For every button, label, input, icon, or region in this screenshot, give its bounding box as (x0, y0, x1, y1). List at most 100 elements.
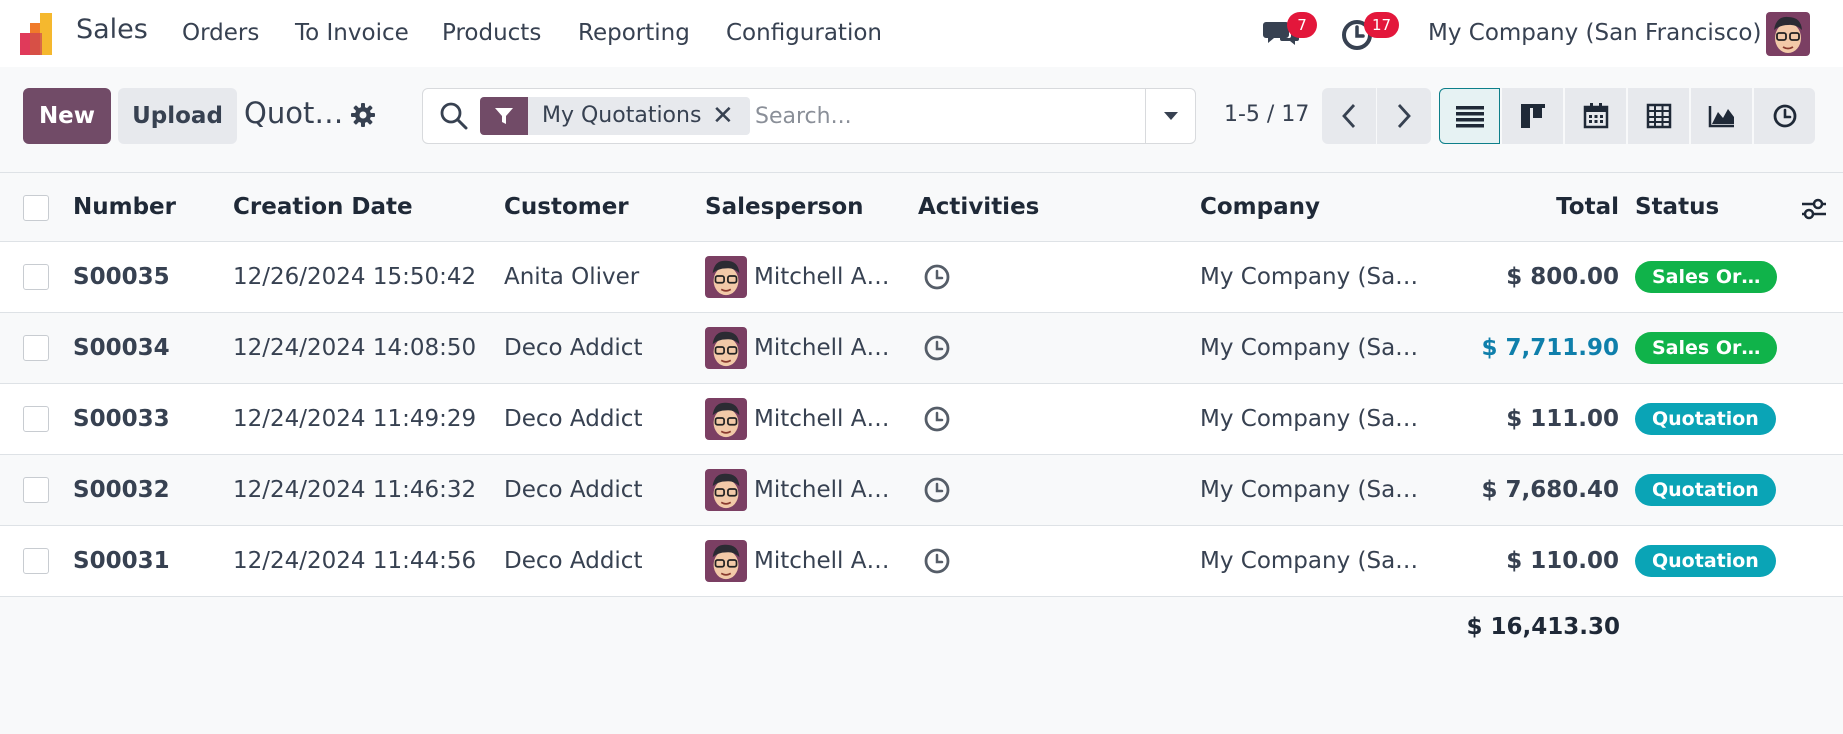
activity-button[interactable] (923, 455, 951, 525)
upload-button[interactable]: Upload (118, 88, 237, 144)
row-checkbox[interactable] (23, 548, 49, 574)
calendar-view-button[interactable] (1565, 88, 1626, 144)
column-settings-icon[interactable] (1800, 195, 1828, 223)
salesperson-avatar-icon (705, 327, 747, 369)
status-cell: Quotation (1635, 526, 1776, 596)
creation-date: 12/24/2024 11:46:32 (233, 477, 477, 503)
status-badge: Quotation (1635, 474, 1776, 506)
search-facet: My Quotations ✕ (480, 97, 750, 135)
salesperson-avatar-icon (705, 256, 747, 298)
activity-button[interactable] (923, 242, 951, 312)
activity-clock-icon (924, 264, 950, 290)
col-number[interactable]: Number (73, 173, 176, 241)
col-customer[interactable]: Customer (504, 173, 629, 241)
order-total: $ 7,680.40 (1481, 477, 1619, 503)
activity-view-icon (1773, 104, 1796, 128)
table-row[interactable]: S00033 12/24/2024 11:49:29 Deco Addict Mitc… (0, 384, 1843, 455)
row-checkbox[interactable] (23, 477, 49, 503)
salesperson: Mitchell A… (705, 455, 889, 525)
top-navbar: Sales Orders To Invoice Products Reporti… (0, 0, 1843, 67)
graph-view-button[interactable] (1691, 88, 1752, 144)
table-row[interactable]: S00032 12/24/2024 11:46:32 Deco Addict Mitc… (0, 455, 1843, 526)
col-status[interactable]: Status (1635, 173, 1719, 241)
pager-previous-button[interactable] (1322, 88, 1376, 144)
col-company[interactable]: Company (1200, 173, 1320, 241)
order-number: S00032 (73, 477, 170, 503)
salesperson-name: Mitchell A… (754, 264, 890, 290)
customer-name: Deco Addict (504, 406, 643, 432)
salesperson-avatar-icon (705, 398, 747, 440)
filter-icon (480, 97, 528, 135)
status-badge: Sales Or… (1635, 332, 1778, 364)
customer-name: Deco Addict (504, 548, 643, 574)
kanban-view-icon (1520, 104, 1545, 128)
pager-next-button[interactable] (1377, 88, 1431, 144)
select-all-checkbox[interactable] (23, 195, 49, 221)
col-total[interactable]: Total (1400, 173, 1619, 241)
messages-count-badge: 7 (1287, 12, 1317, 38)
order-number: S00034 (73, 335, 170, 361)
status-cell: Sales Or… (1635, 313, 1778, 383)
calendar-view-icon (1583, 103, 1608, 129)
order-number: S00033 (73, 406, 170, 432)
activity-view-button[interactable] (1754, 88, 1815, 144)
activity-button[interactable] (923, 384, 951, 454)
search-bar: My Quotations ✕ (422, 88, 1196, 144)
activity-button[interactable] (923, 526, 951, 596)
col-activities[interactable]: Activities (918, 173, 1039, 241)
pivot-view-button[interactable] (1628, 88, 1689, 144)
kanban-view-button[interactable] (1502, 88, 1563, 144)
salesperson-avatar (705, 256, 747, 298)
menu-reporting[interactable]: Reporting (578, 20, 690, 46)
col-creation-date[interactable]: Creation Date (233, 173, 413, 241)
menu-orders[interactable]: Orders (182, 20, 259, 46)
company-switcher[interactable]: My Company (San Francisco) (1428, 20, 1761, 46)
gear-icon[interactable] (350, 102, 376, 128)
search-icon[interactable] (439, 101, 469, 131)
status-cell: Quotation (1635, 384, 1776, 454)
pager-value[interactable]: 1-5 / 17 (1224, 102, 1309, 127)
activity-clock-icon (924, 477, 950, 503)
order-total: $ 7,711.90 (1481, 335, 1619, 361)
company-name: My Company (Sa… (1200, 477, 1419, 503)
row-checkbox[interactable] (23, 406, 49, 432)
sales-app-logo[interactable] (20, 13, 62, 55)
user-avatar-icon (1766, 12, 1810, 56)
salesperson-avatar (705, 398, 747, 440)
menu-products[interactable]: Products (442, 20, 541, 46)
salesperson: Mitchell A… (705, 313, 889, 383)
chevron-left-icon (1342, 104, 1356, 128)
grand-total: $ 16,413.30 (1466, 614, 1620, 640)
list-view-button[interactable] (1439, 88, 1500, 144)
table-row[interactable]: S00034 12/24/2024 14:08:50 Deco Addict Mitc… (0, 313, 1843, 384)
salesperson-name: Mitchell A… (754, 335, 890, 361)
search-input[interactable] (755, 99, 1045, 133)
status-badge: Sales Or… (1635, 261, 1778, 293)
close-icon[interactable]: ✕ (712, 101, 734, 131)
table-row[interactable]: S00035 12/26/2024 15:50:42 Anita Oliver Mit… (0, 242, 1843, 313)
graph-view-icon (1708, 106, 1734, 128)
col-salesperson[interactable]: Salesperson (705, 173, 864, 241)
creation-date: 12/24/2024 14:08:50 (233, 335, 477, 361)
new-button[interactable]: New (23, 88, 111, 144)
menu-to-invoice[interactable]: To Invoice (295, 20, 409, 46)
menu-configuration[interactable]: Configuration (726, 20, 882, 46)
salesperson: Mitchell A… (705, 384, 889, 454)
pivot-view-icon (1646, 103, 1671, 129)
user-avatar[interactable] (1766, 12, 1810, 56)
chevron-right-icon (1397, 104, 1411, 128)
company-name: My Company (Sa… (1200, 264, 1419, 290)
table-row[interactable]: S00031 12/24/2024 11:44:56 Deco Addict Mitc… (0, 526, 1843, 597)
row-checkbox[interactable] (23, 264, 49, 290)
salesperson: Mitchell A… (705, 242, 889, 312)
search-options-toggle[interactable] (1145, 89, 1195, 143)
salesperson-avatar-icon (705, 540, 747, 582)
row-checkbox[interactable] (23, 335, 49, 361)
activity-button[interactable] (923, 313, 951, 383)
activity-clock-icon (924, 548, 950, 574)
status-badge: Quotation (1635, 545, 1776, 577)
list-view-icon (1455, 106, 1484, 128)
company-name: My Company (Sa… (1200, 406, 1419, 432)
app-name[interactable]: Sales (76, 14, 148, 45)
activity-clock-icon (924, 335, 950, 361)
